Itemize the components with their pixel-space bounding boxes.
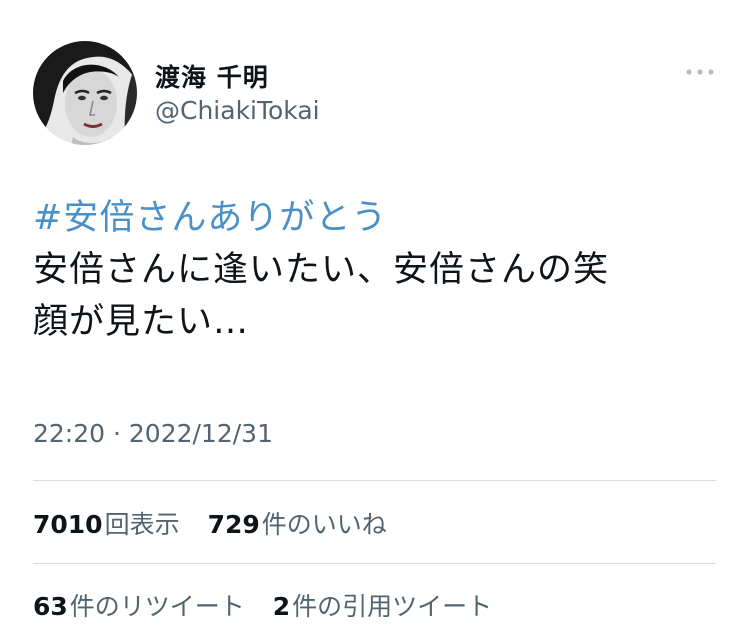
hashtag-link[interactable]: #安倍さんありがとう <box>33 192 713 244</box>
tweet-line: 安倍さんに逢いたい、安倍さんの笑 <box>33 250 610 290</box>
more-options-icon[interactable] <box>683 62 717 82</box>
display-name[interactable]: 渡海 千明 <box>155 58 269 94</box>
tweet-text: #安倍さんありがとう 安倍さんに逢いたい、安倍さんの笑 顔が見たい… <box>33 192 713 348</box>
stats-row-retweets-quotes: 63件のリツイート 2件の引用ツイート <box>33 587 512 623</box>
avatar[interactable] <box>33 41 137 145</box>
views-count: 7010 <box>33 510 103 539</box>
divider <box>33 563 716 564</box>
tweet-line: 顔が見たい… <box>33 302 250 342</box>
quotes-count: 2 <box>272 592 291 621</box>
divider <box>33 480 716 481</box>
retweets-label: 件のリツイート <box>69 592 245 621</box>
retweets-count: 63 <box>33 592 68 621</box>
retweets-stat[interactable]: 63件のリツイート <box>33 587 245 623</box>
user-handle[interactable]: @ChiakiTokai <box>155 96 320 125</box>
profile-photo-icon <box>33 41 137 145</box>
quotes-label: 件の引用ツイート <box>292 592 493 621</box>
likes-stat[interactable]: 729件のいいね <box>208 505 387 541</box>
likes-count: 729 <box>207 510 260 539</box>
stats-row-views-likes: 7010回表示 729件のいいね <box>33 505 407 541</box>
quotes-stat[interactable]: 2件の引用ツイート <box>273 587 492 623</box>
views-stat: 7010回表示 <box>33 505 180 541</box>
views-label: 回表示 <box>104 510 180 539</box>
tweet-timestamp[interactable]: 22:20 · 2022/12/31 <box>33 419 273 448</box>
likes-label: 件のいいね <box>261 510 387 539</box>
